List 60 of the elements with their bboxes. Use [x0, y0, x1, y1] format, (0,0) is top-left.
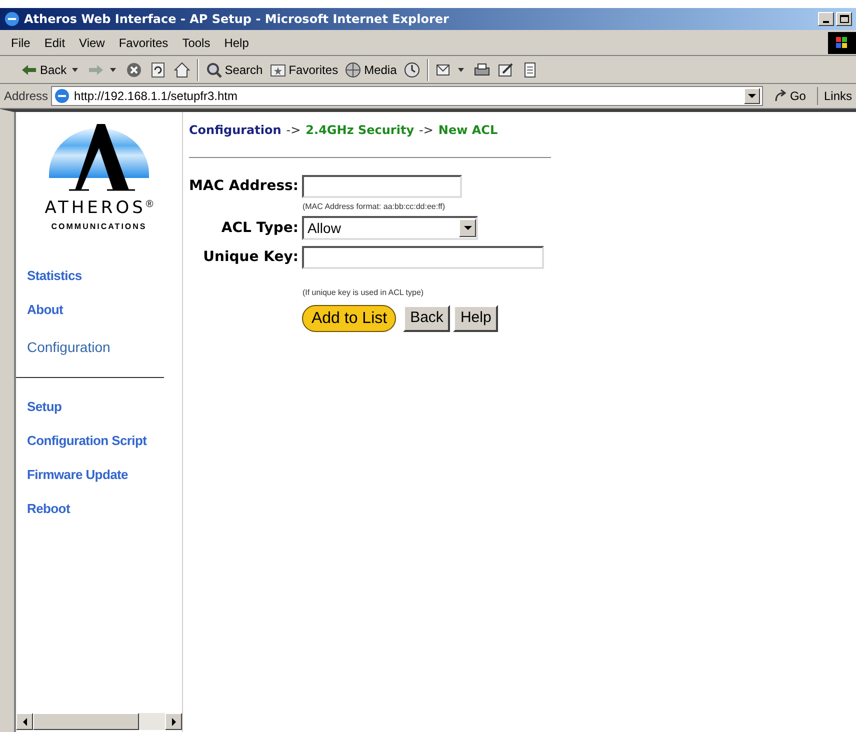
nav-link[interactable]: Statistics	[27, 259, 182, 293]
address-label: Address	[4, 88, 48, 105]
field-label: MAC Address:	[189, 177, 298, 196]
nav-link[interactable]: Configuration Script	[27, 424, 182, 458]
scroll-right-icon[interactable]	[165, 713, 182, 730]
nav-link[interactable]: Reboot	[27, 492, 182, 526]
toolbar-button[interactable]: Media	[364, 60, 397, 78]
toolbar-button[interactable]: Favorites	[288, 60, 338, 78]
hint-text: (MAC Address format: aa:bb:cc:dd:ee:ff)	[302, 201, 446, 213]
registered-mark: ®	[146, 200, 154, 210]
breadcrumb-item[interactable]: Configuration	[189, 121, 282, 139]
menu-item[interactable]: Edit	[37, 34, 72, 52]
brand-subtitle: COMMUNICATIONS	[51, 221, 147, 233]
horizontal-scrollbar[interactable]	[16, 713, 182, 730]
add-to-list-button[interactable]: Add to List	[302, 305, 396, 332]
home-icon[interactable]	[172, 60, 191, 78]
toolbar-button[interactable]: Back	[40, 60, 67, 78]
nav-link[interactable]: Setup	[27, 390, 182, 424]
caret-icon[interactable]	[110, 68, 116, 72]
field-label: ACL Type:	[220, 218, 298, 238]
breadcrumb-item: New ACL	[438, 122, 498, 139]
go-arrow-icon[interactable]	[774, 89, 788, 103]
search-icon[interactable]	[204, 60, 223, 78]
brand-name: ATHEROS	[44, 200, 146, 217]
maximize-icon[interactable]	[836, 12, 852, 26]
nav-link[interactable]: About	[27, 293, 182, 327]
go-button[interactable]: Go	[790, 87, 806, 105]
caret-icon[interactable]	[72, 68, 78, 72]
menu-item[interactable]: Favorites	[112, 34, 176, 52]
stop-icon[interactable]	[124, 60, 143, 78]
menu-item[interactable]: Help	[217, 34, 256, 52]
minimize-icon[interactable]	[818, 12, 834, 26]
acl-type-select[interactable]: Allow	[302, 216, 478, 240]
toolbar-button[interactable]: Search	[224, 60, 263, 78]
scroll-thumb[interactable]	[33, 713, 139, 730]
window-title: Atheros Web Interface - AP Setup - Microsoft Internet Explorer	[24, 11, 449, 28]
breadcrumb-separator: ->	[286, 122, 301, 139]
field-label: Unique Key:	[202, 248, 298, 267]
globe-icon[interactable]	[344, 60, 362, 78]
menu-item[interactable]: View	[72, 34, 112, 52]
address-field[interactable]: http://192.168.1.1/setupfr3.htm	[51, 86, 763, 106]
edit-icon[interactable]	[496, 60, 515, 78]
form-button[interactable]: Back	[403, 305, 450, 332]
caret-icon[interactable]	[458, 68, 464, 72]
breadcrumb-separator: ->	[419, 122, 434, 139]
menu-item[interactable]: Tools	[175, 34, 218, 52]
refresh-icon[interactable]	[148, 60, 167, 78]
windows-logo-icon	[828, 32, 856, 54]
clock-icon[interactable]	[402, 60, 421, 78]
mac-address-field[interactable]	[302, 175, 462, 198]
form-button[interactable]: Help	[453, 305, 498, 332]
scroll-left-icon[interactable]	[16, 713, 33, 730]
menu-item[interactable]: File	[4, 34, 38, 52]
hint-text: (If unique key is used in ACL type)	[302, 287, 425, 299]
nav-link[interactable]: Firmware Update	[27, 458, 182, 492]
unique-key-field[interactable]	[302, 246, 544, 269]
breadcrumb-item: 2.4GHz Security	[306, 122, 414, 139]
printer-icon[interactable]	[472, 60, 491, 78]
links-button[interactable]: Links	[816, 87, 852, 105]
nav-section[interactable]: Configuration	[27, 327, 182, 367]
